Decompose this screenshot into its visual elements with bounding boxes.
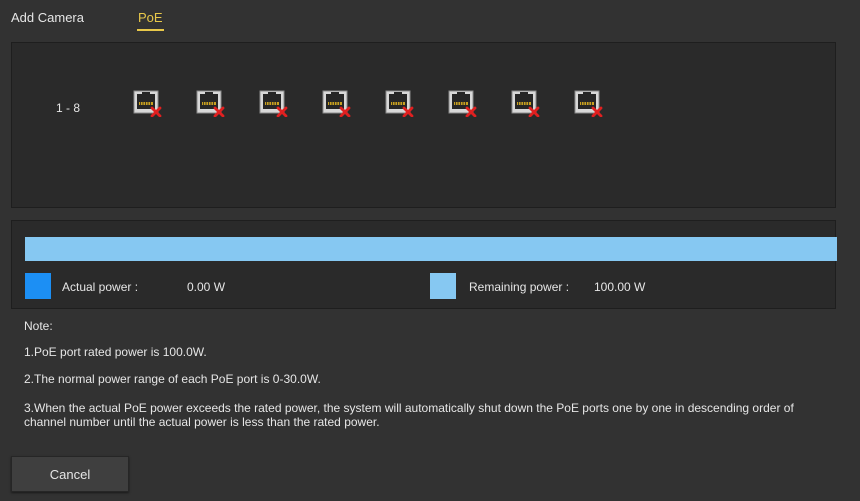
ethernet-port-disconnected-icon bbox=[322, 89, 352, 117]
active-tab-indicator bbox=[137, 29, 164, 31]
ethernet-port-disconnected-icon bbox=[196, 89, 226, 117]
remaining-power-label: Remaining power : bbox=[469, 280, 570, 294]
note-line-3: 3.When the actual PoE power exceeds the … bbox=[24, 401, 794, 429]
remaining-power-value: 100.00 W bbox=[594, 280, 646, 294]
cancel-button[interactable]: Cancel bbox=[11, 456, 129, 492]
ethernet-port-disconnected-icon bbox=[448, 89, 478, 117]
actual-power-label: Actual power : bbox=[62, 280, 139, 294]
tab-bar: Add Camera PoE bbox=[0, 0, 860, 38]
poe-port-3[interactable] bbox=[259, 89, 289, 117]
notes-title: Note: bbox=[24, 319, 53, 333]
power-panel: Actual power : 0.00 W Remaining power : … bbox=[11, 220, 837, 309]
ethernet-port-disconnected-icon bbox=[133, 89, 163, 117]
note-line-1: 1.PoE port rated power is 100.0W. bbox=[24, 345, 207, 359]
tab-poe-label: PoE bbox=[138, 10, 163, 25]
poe-port-7[interactable] bbox=[511, 89, 541, 117]
tab-add-camera[interactable]: Add Camera bbox=[11, 10, 84, 25]
poe-port-4[interactable] bbox=[322, 89, 352, 117]
poe-port-2[interactable] bbox=[196, 89, 226, 117]
actual-power-value: 0.00 W bbox=[187, 280, 226, 294]
port-range-label: 1 - 8 bbox=[56, 101, 81, 115]
tab-poe[interactable]: PoE bbox=[137, 10, 164, 31]
poe-ports-panel: 1 - 8 bbox=[11, 42, 836, 208]
ethernet-port-disconnected-icon bbox=[574, 89, 604, 117]
poe-port-1[interactable] bbox=[133, 89, 163, 117]
power-usage-bar bbox=[25, 237, 837, 261]
ethernet-port-disconnected-icon bbox=[511, 89, 541, 117]
actual-power-swatch bbox=[25, 273, 51, 299]
ethernet-port-disconnected-icon bbox=[385, 89, 415, 117]
poe-port-8[interactable] bbox=[574, 89, 604, 117]
remaining-power-swatch bbox=[430, 273, 456, 299]
poe-port-5[interactable] bbox=[385, 89, 415, 117]
note-line-2: 2.The normal power range of each PoE por… bbox=[24, 372, 321, 386]
ethernet-port-disconnected-icon bbox=[259, 89, 289, 117]
poe-port-6[interactable] bbox=[448, 89, 478, 117]
